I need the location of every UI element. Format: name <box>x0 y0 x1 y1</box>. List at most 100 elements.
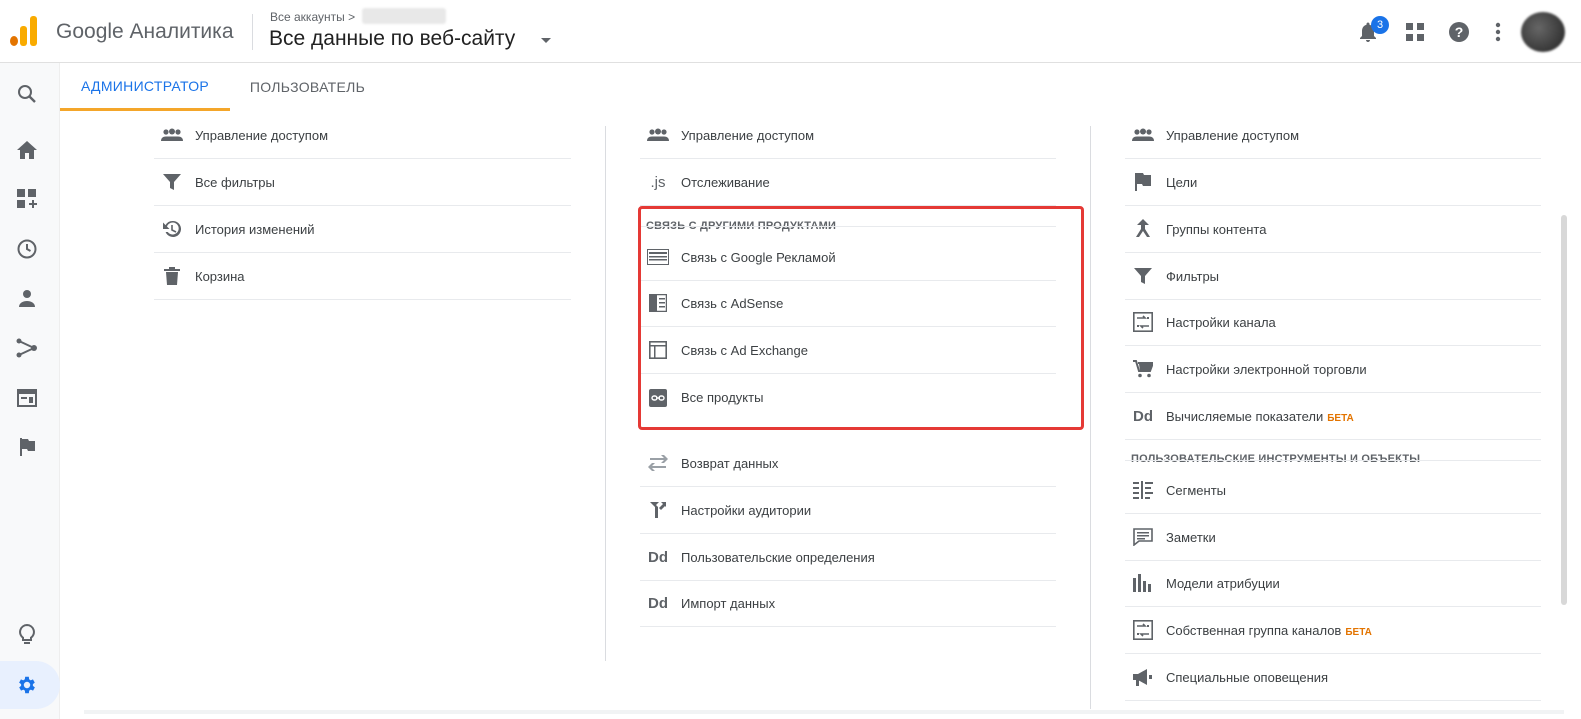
svg-text:?: ? <box>1455 24 1464 40</box>
channel-icon <box>1131 310 1155 334</box>
dd-icon: Dd <box>648 594 668 612</box>
chevron-down-icon[interactable] <box>541 38 551 43</box>
view-attribution-models[interactable]: Модели атрибуции <box>1125 560 1541 607</box>
more-vert-icon[interactable] <box>1486 20 1510 44</box>
view-custom-channel-grouping[interactable]: Собственная группа каналов БЕТА <box>1125 607 1541 654</box>
analytics-logo[interactable] <box>10 16 38 46</box>
cart-icon <box>1131 357 1155 381</box>
item-label: Импорт данных <box>681 595 776 611</box>
item-label: Собственная группа каналов БЕТА <box>1166 623 1372 638</box>
item-label-text: Собственная группа каналов <box>1166 622 1342 638</box>
account-name-redacted <box>362 8 446 24</box>
channel-icon <box>1131 618 1155 642</box>
page-footer-edge <box>84 710 1564 714</box>
item-label: Управление доступом <box>1166 127 1300 143</box>
item-label: Возврат данных <box>681 455 779 471</box>
search-icon[interactable] <box>15 82 39 106</box>
item-label: Все фильтры <box>195 174 275 190</box>
product-linking-highlight-box <box>638 206 1084 430</box>
item-label: Группы контента <box>1166 221 1267 237</box>
brand-name: Google Аналитика <box>56 20 234 43</box>
property-user-management[interactable]: Управление доступом <box>640 112 1056 159</box>
item-label: Модели атрибуции <box>1166 575 1280 591</box>
view-goals[interactable]: Цели <box>1125 159 1541 206</box>
notification-badge: 3 <box>1371 16 1389 34</box>
filter-icon <box>1131 264 1155 288</box>
property-tracking-info[interactable]: .js Отслеживание <box>640 159 1056 206</box>
annotation-icon <box>1131 525 1155 549</box>
view-channel-settings[interactable]: Настройки канала <box>1125 299 1541 346</box>
view-segments[interactable]: Сегменты <box>1125 467 1541 514</box>
view-user-management[interactable]: Управление доступом <box>1125 112 1541 159</box>
js-icon: .js <box>650 173 666 191</box>
swap-icon <box>646 451 670 475</box>
admin-tabs: АДМИНИСТРАТОР ПОЛЬЗОВАТЕЛЬ <box>60 63 1581 111</box>
view-ecommerce-settings[interactable]: Настройки электронной торговли <box>1125 346 1541 393</box>
conversions-flag-icon[interactable] <box>15 435 39 459</box>
lightbulb-icon[interactable] <box>15 623 39 647</box>
dd-icon: Dd <box>1133 407 1153 425</box>
view-calculated-metrics[interactable]: Dd Вычисляемые показатели БЕТА <box>1125 393 1541 440</box>
view-filters[interactable]: Фильтры <box>1125 253 1541 300</box>
item-label: Сегменты <box>1166 482 1227 498</box>
data-import-item[interactable]: Dd Импорт данных <box>640 580 1056 627</box>
divider <box>1125 460 1541 461</box>
column-divider <box>1090 126 1091 709</box>
tab-administrator[interactable]: АДМИНИСТРАТОР <box>60 63 230 111</box>
item-label: Вычисляемые показатели БЕТА <box>1166 409 1354 424</box>
people-icon <box>160 123 184 147</box>
avatar[interactable] <box>1521 12 1565 52</box>
scrollbar[interactable] <box>1561 215 1567 605</box>
settings-gear-icon[interactable] <box>15 673 39 697</box>
item-label: Пользовательские определения <box>681 549 875 565</box>
custom-definitions-item[interactable]: Dd Пользовательские определения <box>640 534 1056 581</box>
realtime-clock-icon[interactable] <box>15 237 39 261</box>
item-label: Настройки электронной торговли <box>1166 361 1367 377</box>
attribution-icon <box>1131 571 1155 595</box>
megaphone-icon <box>1131 665 1155 689</box>
view-annotations[interactable]: Заметки <box>1125 514 1541 561</box>
item-label: Фильтры <box>1166 268 1220 284</box>
item-label: История изменений <box>195 221 315 237</box>
column-divider <box>605 126 606 661</box>
beta-badge: БЕТА <box>1345 626 1372 638</box>
view-selector[interactable]: Все данные по веб-сайту <box>269 27 515 51</box>
account-change-history[interactable]: История изменений <box>154 206 571 253</box>
postbacks-item[interactable]: Возврат данных <box>640 440 1056 487</box>
people-icon <box>646 123 670 147</box>
help-icon[interactable]: ? <box>1447 20 1471 44</box>
item-label: Специальные оповещения <box>1166 669 1329 685</box>
account-trash[interactable]: Корзина <box>154 253 571 300</box>
history-icon <box>160 217 184 241</box>
trash-icon <box>160 264 184 288</box>
audience-icon <box>646 498 670 522</box>
item-label: Управление доступом <box>195 127 329 143</box>
people-icon <box>1131 123 1155 147</box>
item-label: Корзина <box>195 268 245 284</box>
filter-icon <box>160 170 184 194</box>
home-icon[interactable] <box>15 138 39 162</box>
account-all-filters[interactable]: Все фильтры <box>154 159 571 206</box>
acquisition-icon[interactable] <box>15 336 39 360</box>
dd-icon: Dd <box>648 548 668 566</box>
customization-icon[interactable] <box>15 187 39 211</box>
apps-grid-icon[interactable] <box>1403 20 1427 44</box>
item-label: Настройки аудитории <box>681 502 812 518</box>
item-label: Цели <box>1166 174 1198 190</box>
account-user-management[interactable]: Управление доступом <box>154 112 571 159</box>
audience-person-icon[interactable] <box>15 286 39 310</box>
audience-definitions-item[interactable]: Настройки аудитории <box>640 487 1056 534</box>
custom-tools-section-title: ПОЛЬЗОВАТЕЛЬСКИЕ ИНСТРУМЕНТЫ И ОБЪЕКТЫ <box>1131 453 1421 465</box>
beta-badge: БЕТА <box>1327 412 1354 424</box>
flag-icon <box>1131 170 1155 194</box>
view-custom-alerts[interactable]: Специальные оповещения <box>1125 654 1541 701</box>
behavior-icon[interactable] <box>15 386 39 410</box>
view-content-grouping[interactable]: Группы контента <box>1125 206 1541 253</box>
segments-icon <box>1131 478 1155 502</box>
top-header: Google Аналитика Все аккаунты > Все данн… <box>0 0 1581 63</box>
item-label: Заметки <box>1166 529 1216 545</box>
tab-user[interactable]: ПОЛЬЗОВАТЕЛЬ <box>240 63 375 111</box>
item-label: Управление доступом <box>681 127 815 143</box>
header-divider <box>252 14 253 50</box>
breadcrumb[interactable]: Все аккаунты > <box>270 10 355 24</box>
